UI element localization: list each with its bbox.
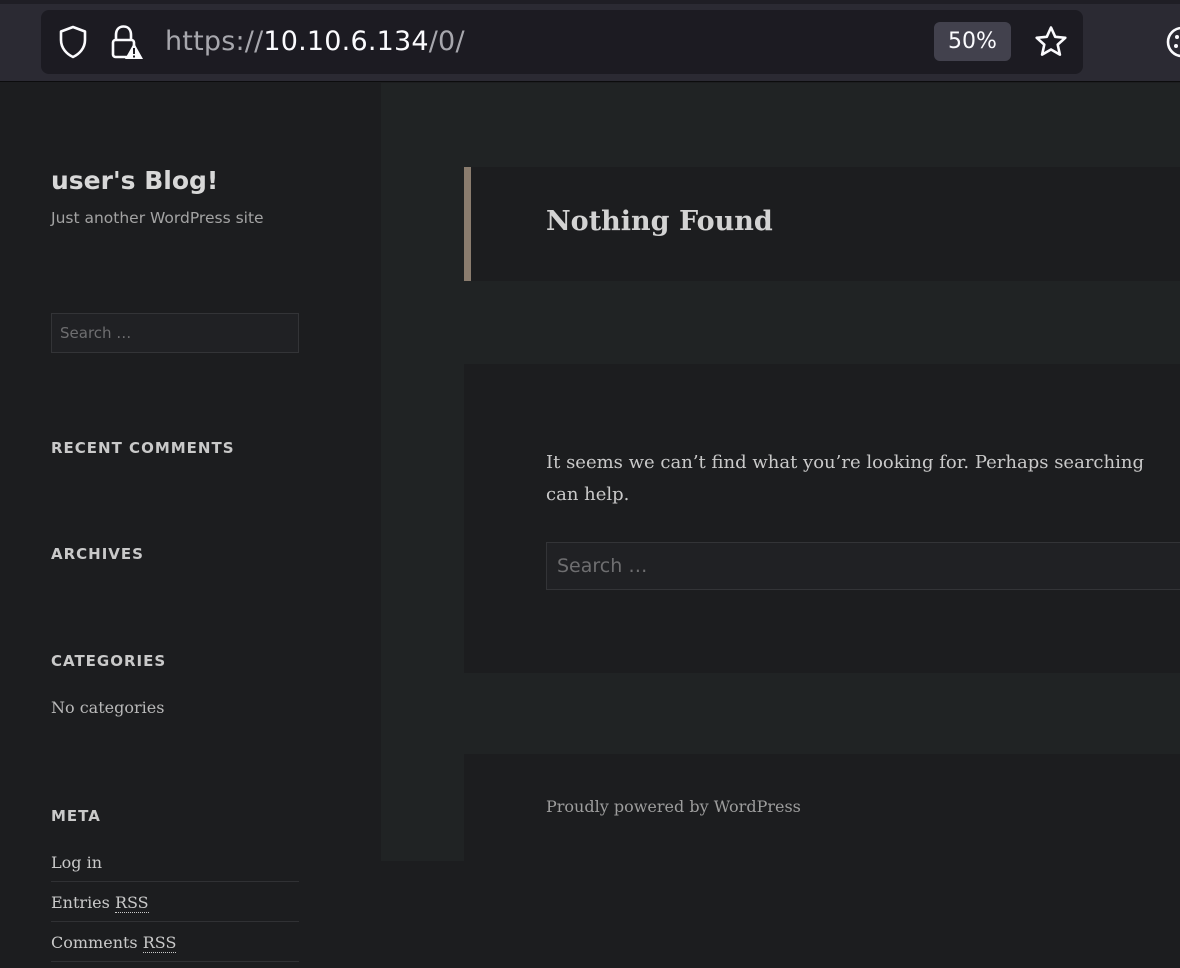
archives-heading: ARCHIVES <box>51 545 144 563</box>
page-content <box>464 364 1180 673</box>
zoom-level-button[interactable]: 50% <box>934 22 1011 61</box>
page-title: Nothing Found <box>546 206 773 237</box>
not-found-message: It seems we can’t find what you’re looki… <box>546 452 1144 505</box>
url-path: /0/ <box>428 26 465 57</box>
meta-heading: META <box>51 807 101 825</box>
rss-abbr: RSS <box>142 933 177 953</box>
url-host: 10.10.6.134 <box>263 26 429 57</box>
footer-credit-link[interactable]: Proudly powered by WordPress <box>546 797 801 816</box>
url-bar[interactable]: https://10.10.6.134/0/ 50% <box>41 10 1083 74</box>
categories-heading: CATEGORIES <box>51 652 167 670</box>
browser-toolbar: https://10.10.6.134/0/ 50% <box>0 0 1180 82</box>
url-text[interactable]: https://10.10.6.134/0/ <box>165 10 465 74</box>
shield-icon[interactable] <box>55 10 91 74</box>
entries-rss-label: Entries <box>51 893 115 912</box>
url-scheme: https:// <box>165 26 264 57</box>
sidebar-search-input[interactable]: Search … <box>51 313 299 353</box>
site-description: Just another WordPress site <box>51 209 264 227</box>
main-search-input[interactable]: Search … <box>546 542 1180 590</box>
star-icon[interactable] <box>1031 10 1071 74</box>
site-title[interactable]: user's Blog! <box>51 166 218 195</box>
rss-abbr: RSS <box>114 893 149 913</box>
meta-link-comments-rss[interactable]: Comments RSS <box>51 933 299 962</box>
lock-warning-icon[interactable] <box>109 10 145 74</box>
recent-comments-heading: RECENT COMMENTS <box>51 439 235 457</box>
categories-empty-text: No categories <box>51 698 165 717</box>
comments-rss-label: Comments <box>51 933 143 952</box>
meta-link-login[interactable]: Log in <box>51 853 299 882</box>
meta-link-entries-rss[interactable]: Entries RSS <box>51 893 299 922</box>
extension-icon[interactable] <box>1162 22 1180 62</box>
meta-link-login-label: Log in <box>51 853 103 872</box>
tab-strip-edge <box>0 0 1180 4</box>
